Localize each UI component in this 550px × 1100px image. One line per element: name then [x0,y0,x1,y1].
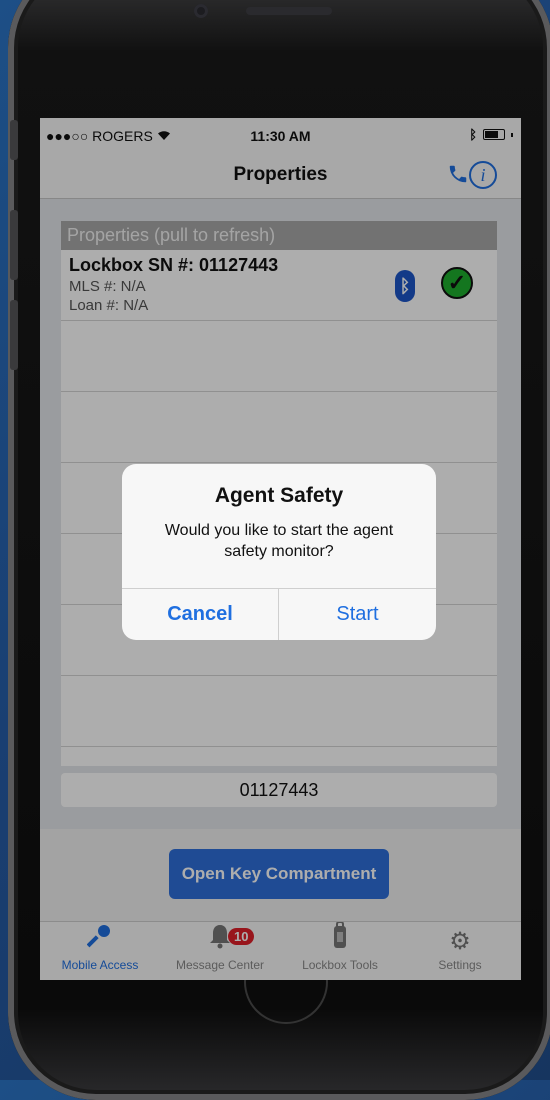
agent-safety-alert: Agent Safety Would you like to start the… [122,464,436,640]
earpiece-speaker [246,7,332,15]
app-screen: ●●●○○ ROGERS 11:30 AM ᛒ Properties i Pro… [40,118,521,980]
cancel-button[interactable]: Cancel [122,589,279,640]
volume-down-button [10,300,18,370]
alert-title: Agent Safety [214,484,344,507]
front-camera [194,4,208,18]
alert-button-row: Cancel Start [122,588,436,640]
alert-message: Would you like to start the agent safety… [164,522,394,560]
mute-switch [10,120,18,160]
volume-up-button [10,210,18,280]
start-button[interactable]: Start [279,589,436,640]
